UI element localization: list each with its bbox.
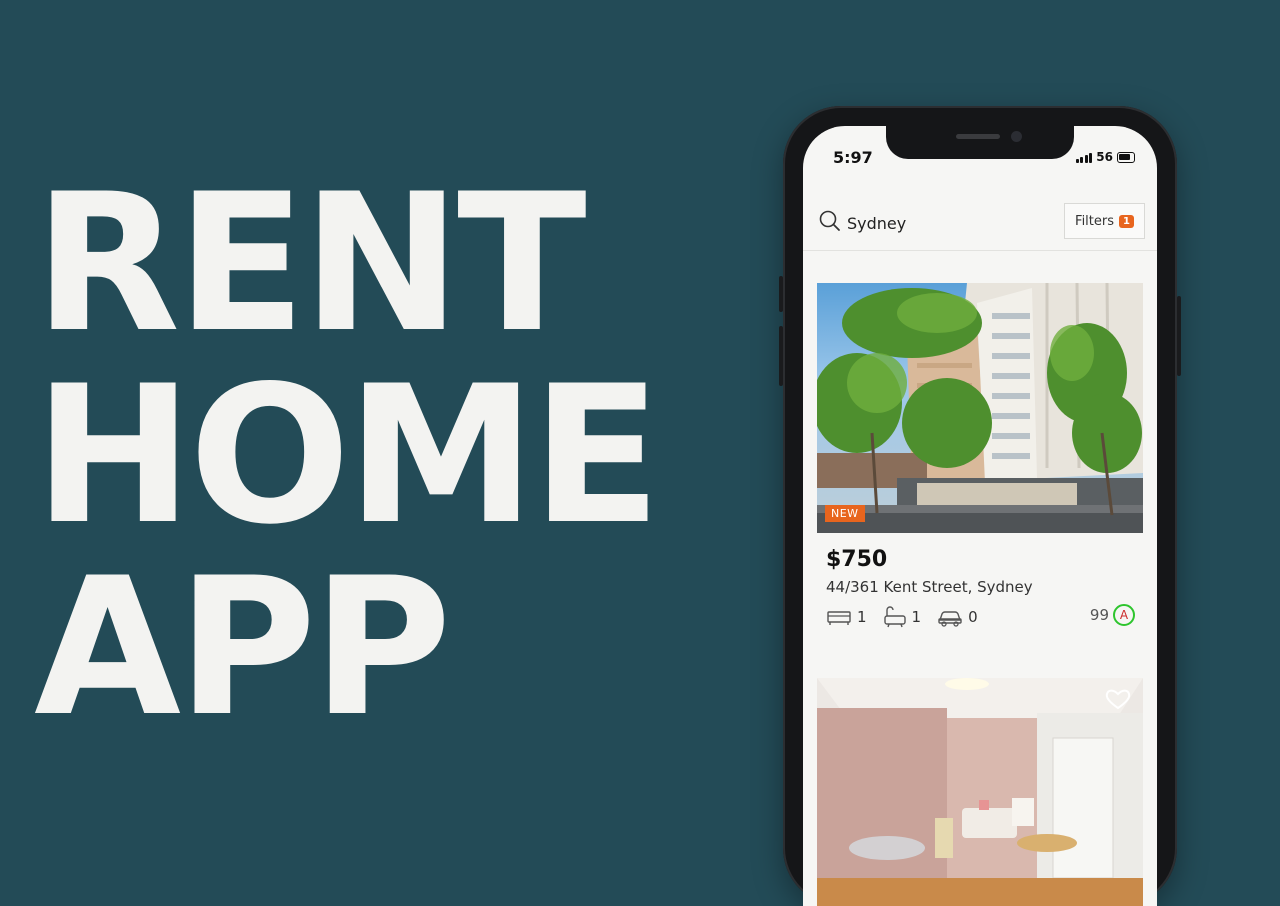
- parking-count: 0: [968, 608, 978, 626]
- bathrooms-count: 1: [911, 608, 922, 626]
- listing-features: 1 1 0 99 A: [826, 602, 1143, 632]
- battery-icon: [1117, 151, 1135, 163]
- search-location[interactable]: Sydney: [847, 214, 906, 233]
- bedrooms-feature: 1: [826, 607, 867, 627]
- phone-mockup: 5:97 56 Sydney Filters 1 NEW $750 44/361…: [779, 106, 1181, 906]
- front-camera: [1011, 131, 1022, 142]
- new-badge: NEW: [825, 505, 865, 522]
- search-bar[interactable]: Sydney Filters 1: [803, 198, 1157, 251]
- bath-icon: [883, 606, 906, 628]
- bed-icon: [827, 611, 851, 625]
- filters-label: Filters: [1075, 213, 1114, 229]
- signal-icon: [1075, 152, 1093, 163]
- building-street-image: [817, 283, 1143, 533]
- parking-feature: 0: [937, 607, 978, 627]
- listing-score: 99 A: [1090, 604, 1135, 626]
- score-value: 99: [1089, 606, 1109, 624]
- listing-price: $750: [826, 547, 888, 572]
- status-indicators: 56: [1075, 150, 1135, 164]
- hero-line-home: HOME: [34, 345, 661, 566]
- listing-address: 44/361 Kent Street, Sydney: [826, 578, 1033, 596]
- status-time: 5:97: [833, 148, 873, 167]
- bedrooms-count: 1: [857, 608, 867, 626]
- search-icon: [819, 210, 840, 231]
- listing-card[interactable]: [817, 678, 1143, 906]
- score-rating-icon: A: [1113, 604, 1135, 626]
- hero-title: RENT HOME APP: [34, 153, 661, 758]
- phone-volume-button: [779, 276, 783, 312]
- filters-count-badge: 1: [1119, 214, 1134, 228]
- network-label: 56: [1096, 150, 1113, 164]
- app-screen: 5:97 56 Sydney Filters 1 NEW $750 44/361…: [803, 126, 1157, 906]
- phone-power-button: [1177, 296, 1181, 376]
- hero-line-rent: RENT: [34, 153, 587, 374]
- phone-volume-button: [779, 326, 783, 386]
- listing-card[interactable]: NEW $750 44/361 Kent Street, Sydney 1 1 …: [817, 283, 1143, 632]
- heart-icon[interactable]: [1105, 688, 1131, 710]
- filters-button[interactable]: Filters 1: [1064, 203, 1145, 239]
- phone-notch: [886, 126, 1074, 159]
- speaker-grille: [956, 134, 1000, 139]
- listing-photo[interactable]: NEW: [817, 283, 1143, 533]
- interior-room-image: [817, 678, 1143, 906]
- bathrooms-feature: 1: [883, 606, 922, 628]
- car-icon: [938, 611, 962, 627]
- hero-line-app: APP: [34, 537, 452, 758]
